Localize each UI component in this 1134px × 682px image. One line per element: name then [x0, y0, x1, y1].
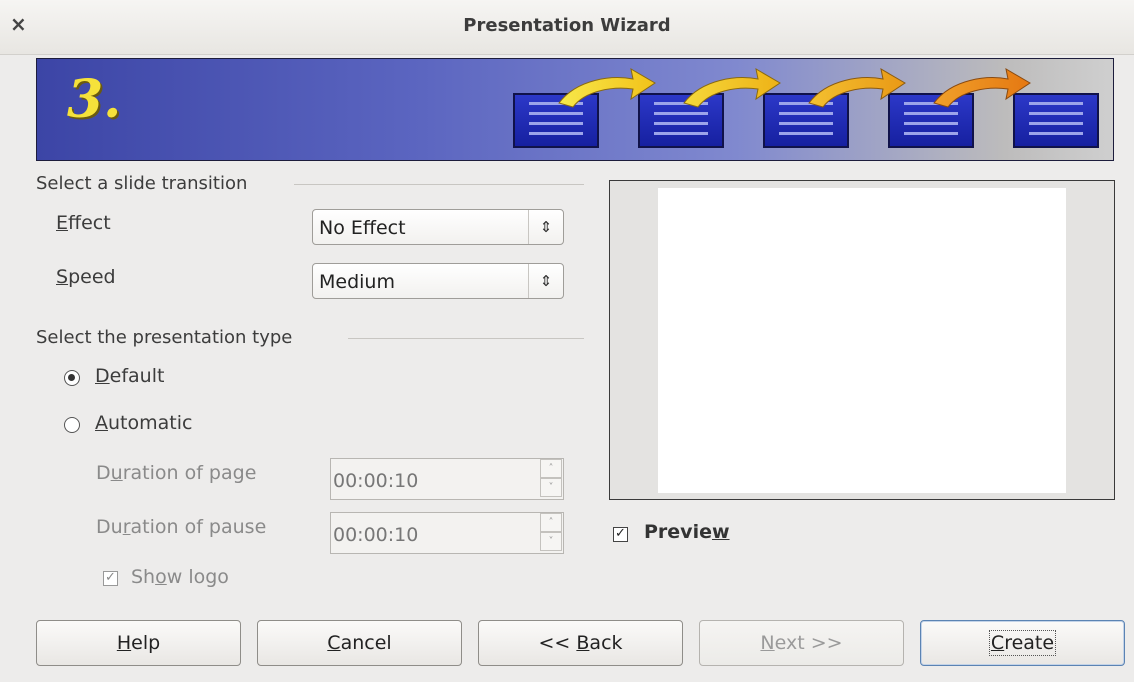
default-radio[interactable] — [64, 370, 80, 386]
show-logo-checkbox[interactable]: ✓ — [103, 571, 118, 586]
create-button[interactable]: Create — [920, 620, 1125, 666]
title-bar: × Presentation Wizard — [0, 0, 1134, 55]
duration-pause-label: Duration of pause — [96, 516, 267, 538]
combo-arrows-icon: ⇕ — [528, 210, 563, 244]
transition-section-title: Select a slide transition — [36, 173, 248, 194]
spin-down-icon[interactable]: ˅ — [540, 532, 562, 551]
duration-page-value: 00:00:10 — [333, 470, 419, 492]
show-logo-label[interactable]: Show logo — [131, 566, 229, 588]
combo-arrows-icon: ⇕ — [528, 264, 563, 298]
next-button[interactable]: Next >> — [699, 620, 904, 666]
arrow-icon — [558, 68, 656, 108]
preview-label[interactable]: Preview — [644, 521, 730, 543]
speed-select[interactable]: Medium ⇕ — [312, 263, 564, 299]
duration-pause-spinner[interactable]: 00:00:10 ˄ ˅ — [330, 512, 564, 554]
spin-down-icon[interactable]: ˅ — [540, 478, 562, 497]
arrow-icon — [933, 68, 1031, 108]
type-section-title: Select the presentation type — [36, 327, 293, 348]
duration-page-label: Duration of page — [96, 462, 257, 484]
section-divider — [348, 338, 584, 339]
spin-up-icon[interactable]: ˄ — [540, 459, 562, 478]
cancel-button[interactable]: Cancel — [257, 620, 462, 666]
window-title: Presentation Wizard — [463, 15, 671, 36]
preview-pane — [609, 180, 1115, 500]
arrow-icon — [683, 68, 781, 108]
back-button[interactable]: << Back — [478, 620, 683, 666]
duration-page-spinner[interactable]: 00:00:10 ˄ ˅ — [330, 458, 564, 500]
wizard-banner: 3. — [36, 58, 1114, 161]
effect-label: Effect — [56, 212, 111, 234]
default-radio-label[interactable]: Default — [95, 365, 164, 387]
automatic-radio-label[interactable]: Automatic — [95, 412, 192, 434]
automatic-radio[interactable] — [64, 417, 80, 433]
preview-checkbox[interactable]: ✓ — [613, 527, 628, 542]
progress-arrows-icon — [558, 68, 1031, 108]
duration-pause-value: 00:00:10 — [333, 524, 419, 546]
preview-canvas — [658, 188, 1066, 493]
speed-value: Medium — [319, 271, 395, 293]
section-divider — [294, 184, 584, 185]
effect-select[interactable]: No Effect ⇕ — [312, 209, 564, 245]
effect-value: No Effect — [319, 217, 406, 239]
arrow-icon — [808, 68, 906, 108]
speed-label: Speed — [56, 266, 116, 288]
spin-up-icon[interactable]: ˄ — [540, 513, 562, 532]
help-button[interactable]: Help — [36, 620, 241, 666]
